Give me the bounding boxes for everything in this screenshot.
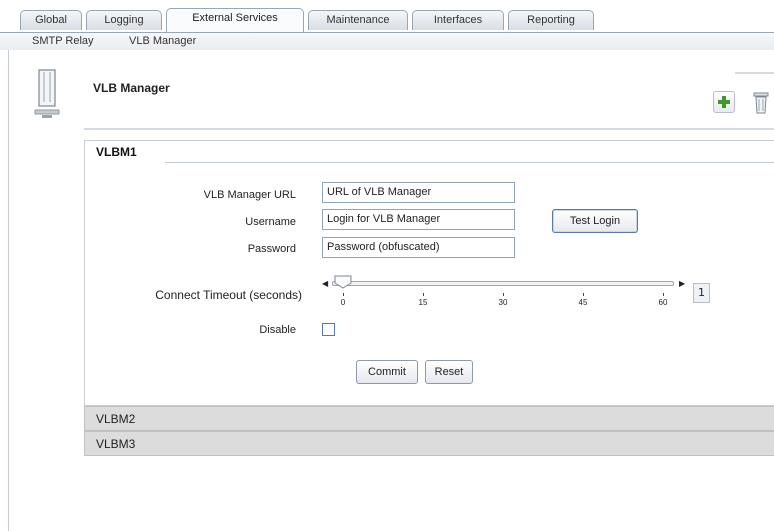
timeout-label: Connect Timeout (seconds)	[155, 288, 302, 302]
subnav-vlb-manager[interactable]: VLB Manager	[129, 35, 196, 47]
tick-label: 0	[340, 298, 346, 307]
add-button[interactable]	[713, 91, 735, 113]
panel-title: VLBM1	[96, 145, 137, 159]
tab-label: Global	[35, 14, 67, 26]
header-divider-top	[735, 72, 774, 74]
tab-external-services[interactable]: External Services	[166, 8, 304, 32]
tab-label: Reporting	[527, 14, 575, 26]
vlbm2-panel-header[interactable]: VLBM2	[84, 406, 774, 431]
trash-icon[interactable]	[751, 89, 771, 115]
tab-label: Logging	[104, 14, 144, 26]
password-field[interactable]: Password (obfuscated)	[322, 237, 515, 258]
tab-maintenance[interactable]: Maintenance	[308, 10, 408, 30]
tick-mark	[663, 293, 664, 296]
tab-label: Maintenance	[326, 14, 390, 26]
tick-mark	[503, 293, 504, 296]
sub-nav-bar: SMTP Relay VLB Manager	[0, 32, 774, 50]
url-label: VLB Manager URL	[203, 189, 296, 201]
timeout-value: 1	[693, 283, 710, 303]
tick-mark	[343, 293, 344, 296]
reset-button[interactable]: Reset	[425, 360, 473, 384]
subnav-smtp-relay[interactable]: SMTP Relay	[32, 35, 94, 47]
disable-checkbox[interactable]	[322, 323, 335, 336]
server-icon	[34, 69, 60, 118]
tab-label: Interfaces	[433, 14, 483, 26]
test-login-button[interactable]: Test Login	[552, 209, 638, 233]
panel-header[interactable]: VLBM1	[85, 141, 774, 163]
tab-interfaces[interactable]: Interfaces	[412, 10, 504, 30]
username-label: Username	[245, 216, 296, 228]
tick-label: 60	[658, 298, 668, 307]
password-label: Password	[247, 243, 296, 255]
vlbm3-panel-header[interactable]: VLBM3	[84, 431, 774, 456]
slider-left-arrow-icon[interactable]: ◀	[322, 280, 328, 288]
tab-global[interactable]: Global	[20, 10, 82, 30]
page-title: VLB Manager	[93, 81, 170, 95]
username-field[interactable]: Login for VLB Manager	[322, 209, 515, 230]
commit-button[interactable]: Commit	[356, 360, 418, 384]
slider-right-arrow-icon[interactable]: ▶	[679, 280, 685, 288]
panel-title: VLBM3	[96, 437, 136, 451]
tab-reporting[interactable]: Reporting	[508, 10, 594, 30]
tick-mark	[423, 293, 424, 296]
timeout-slider-track[interactable]	[332, 281, 674, 286]
tab-logging[interactable]: Logging	[86, 10, 162, 30]
tick-label: 15	[418, 298, 428, 307]
main-tab-bar: Global Logging External Services Mainten…	[0, 0, 774, 32]
header-divider	[84, 128, 774, 130]
tick-label: 45	[578, 298, 588, 307]
plus-icon	[718, 96, 730, 108]
timeout-slider-thumb[interactable]	[334, 275, 352, 289]
disable-label: Disable	[259, 324, 296, 336]
tick-mark	[583, 293, 584, 296]
tick-label: 30	[498, 298, 508, 307]
url-field[interactable]: URL of VLB Manager	[322, 182, 515, 203]
tab-label: External Services	[192, 12, 278, 24]
panel-title: VLBM2	[96, 412, 136, 426]
